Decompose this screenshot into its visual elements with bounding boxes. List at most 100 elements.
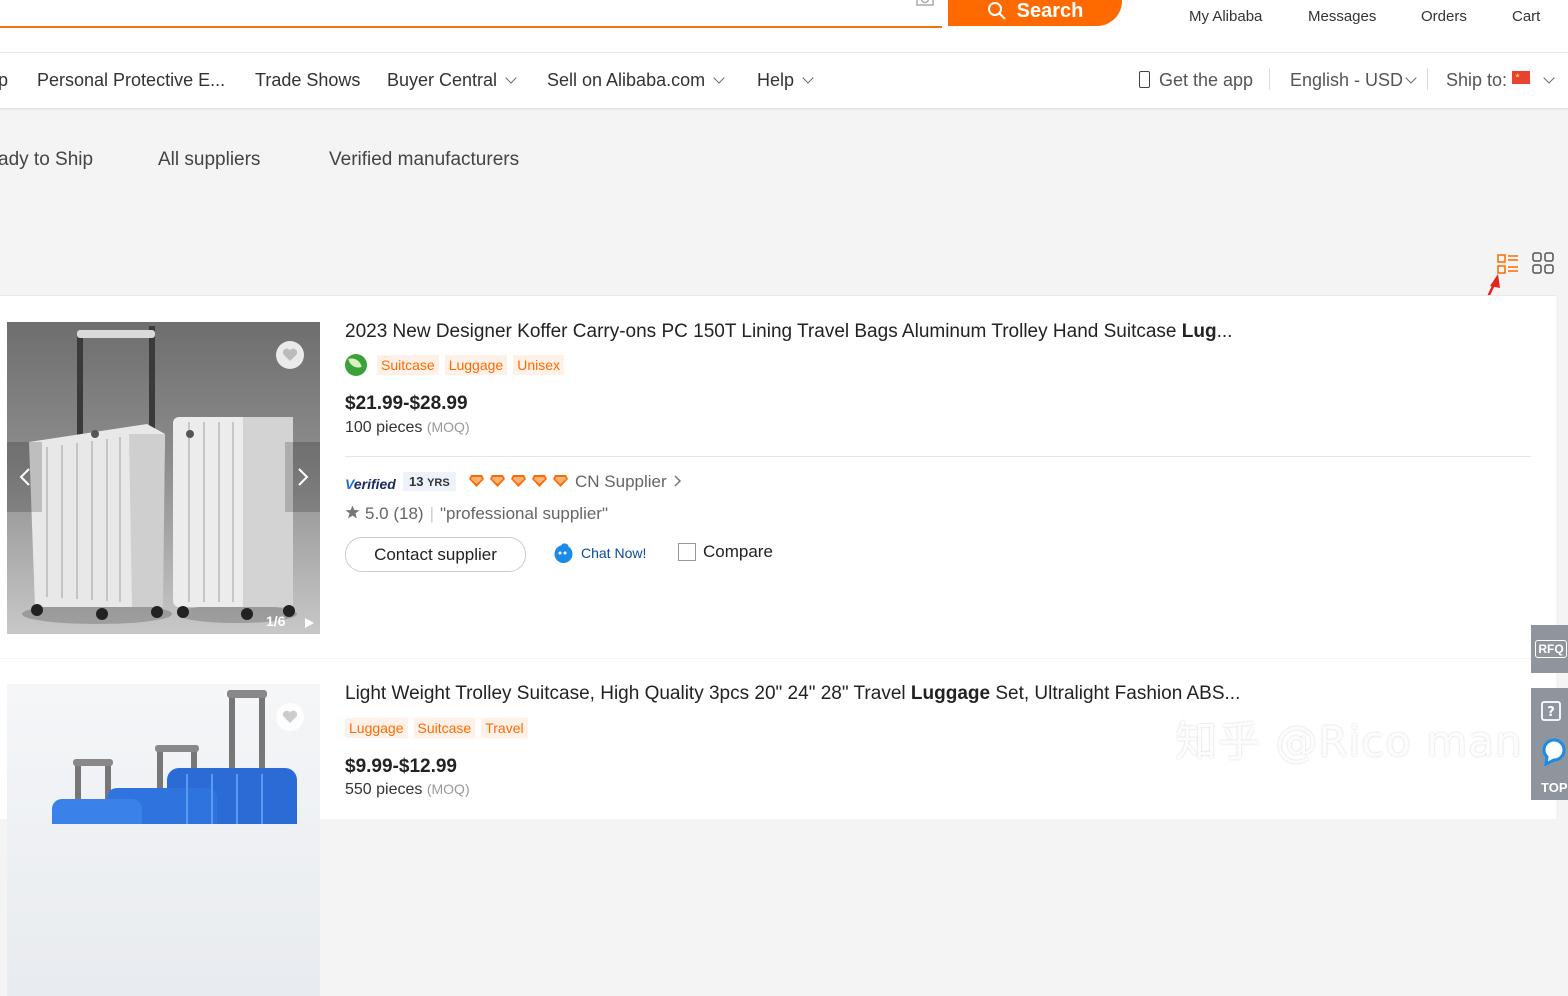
product-card[interactable]: 1/6 2023 New Designer Koffer Carry-ons P… [0,295,1556,658]
prev-image-button[interactable] [7,442,42,512]
chevron-down-icon [1405,72,1417,84]
product-tags: Luggage Suitcase Travel [345,718,528,738]
moq-label: (MOQ) [426,419,470,435]
top-bar: luggage Search My Alibaba Messages Order… [0,0,1568,52]
chevron-down-icon [505,72,517,84]
ship-to-selector[interactable]: Ship to: [1446,70,1555,91]
moq-value: 100 pieces [345,419,423,436]
language-currency-selector[interactable]: English - USD [1290,70,1417,91]
divider [1269,68,1270,90]
nav-item-trade-shows[interactable]: Trade Shows [255,70,360,91]
divider [1427,68,1428,90]
supplier-rating: 5.0 (18) | "professional supplier" [345,504,608,524]
contact-supplier-label: Contact supplier [374,544,497,564]
moq-label: (MOQ) [426,781,470,797]
tag-luggage[interactable]: Luggage [444,355,508,375]
divider: | [429,504,435,523]
product-title-text: 2023 New Designer Koffer Carry-ons PC 15… [345,321,1182,342]
diamond-icon [490,475,505,487]
verified-text: erified [353,476,396,492]
contact-supplier-button[interactable]: Contact supplier [345,537,526,572]
product-title[interactable]: Light Weight Trolley Suitcase, High Qual… [345,683,1240,705]
star-icon [345,505,360,519]
tab-all-suppliers[interactable]: All suppliers [158,149,260,171]
messages-link[interactable]: Messages [1308,8,1376,25]
tab-ready-to-ship[interactable]: ady to Ship [0,149,93,171]
min-order-quantity: 550 pieces (MOQ) [345,781,470,799]
verified-badge[interactable]: Verified [345,476,396,492]
chevron-down-icon [713,72,725,84]
nav-item-sell-label: Sell on Alibaba.com [547,70,706,90]
nav-item-partial[interactable]: p [0,70,8,91]
search-button-label: Search [1016,0,1084,22]
get-app-link[interactable]: Get the app [1159,70,1253,91]
rating-value: 5.0 (18) [365,504,424,523]
camera-icon[interactable] [916,0,934,6]
chevron-down-icon [1543,72,1555,84]
next-image-button[interactable] [285,442,320,512]
chat-bubble-icon[interactable] [1538,732,1568,766]
category-nav: p Personal Protective E... Trade Shows B… [0,52,1568,109]
supplier-label: CN Supplier [575,472,667,491]
cart-link[interactable]: Cart [1512,8,1540,25]
image-counter: 1/6 [266,613,286,629]
my-alibaba-link[interactable]: My Alibaba [1189,8,1262,25]
chevron-right-icon [674,475,681,487]
orders-link[interactable]: Orders [1421,8,1467,25]
years-badge: 13 YRS [403,472,456,491]
supplier-link[interactable]: CN Supplier [575,472,683,492]
years-number: 13 [409,474,424,489]
product-title-highlight: Luggage [910,683,991,704]
nav-item-buyer-central[interactable]: Buyer Central [387,70,517,91]
rfq-button[interactable]: RFQ [1531,625,1568,673]
china-flag-icon [1512,71,1530,84]
moq-value: 550 pieces [345,781,423,798]
price-range: $21.99-$28.99 [345,393,468,414]
chat-now-link[interactable]: Chat Now! [581,545,646,561]
tag-suitcase[interactable]: Suitcase [377,355,439,375]
tag-suitcase[interactable]: Suitcase [413,718,476,738]
verified-v: V [345,476,354,492]
back-to-top-button[interactable]: TOP [1541,780,1568,795]
product-title[interactable]: 2023 New Designer Koffer Carry-ons PC 15… [345,321,1232,343]
language-label: English - USD [1290,70,1404,90]
compare-checkbox[interactable] [678,543,696,561]
min-order-quantity: 100 pieces (MOQ) [345,419,470,437]
product-image[interactable]: 1/6 [7,322,320,634]
diamond-icon [469,475,484,487]
product-image[interactable] [7,684,320,996]
nav-item-sell-on-alibaba[interactable]: Sell on Alibaba.com [547,70,725,91]
tag-unisex[interactable]: Unisex [513,355,565,375]
compare-label[interactable]: Compare [703,542,773,562]
chevron-left-icon [19,468,30,486]
tab-verified-manufacturers[interactable]: Verified manufacturers [329,149,519,171]
favorite-heart-icon[interactable] [276,341,304,369]
suitcase-image [22,326,297,624]
grid-view-icon[interactable] [1532,252,1554,274]
question-icon: ? [1541,701,1561,721]
product-title-highlight: Lug [1181,321,1217,342]
chat-icon[interactable] [553,543,574,564]
play-video-icon[interactable] [305,618,314,628]
diamond-icon [532,475,547,487]
nav-item-help[interactable]: Help [757,70,814,91]
rohs-certification-icon [345,354,367,376]
ship-to-label: Ship to: [1446,70,1508,90]
rfq-label: RFQ [1535,640,1567,658]
tag-travel[interactable]: Travel [481,718,528,738]
supplier-rating-diamonds [468,474,569,488]
chevron-down-icon [802,72,814,84]
diamond-icon [553,475,568,487]
diamond-icon [511,475,526,487]
suitcase-set-image [52,690,297,839]
tag-luggage[interactable]: Luggage [345,718,408,738]
search-input[interactable]: luggage [0,0,942,28]
product-title-rest: Set, Ultralight Fashion ABS... [990,683,1241,704]
favorite-heart-icon[interactable] [276,703,304,731]
review-quote: "professional supplier" [440,504,609,523]
search-button[interactable]: Search [948,0,1122,26]
divider [345,456,1531,457]
watermark: 知乎 @Rico man [1175,717,1523,766]
search-icon [987,2,1006,20]
nav-item-personal-protective[interactable]: Personal Protective E... [37,70,225,91]
